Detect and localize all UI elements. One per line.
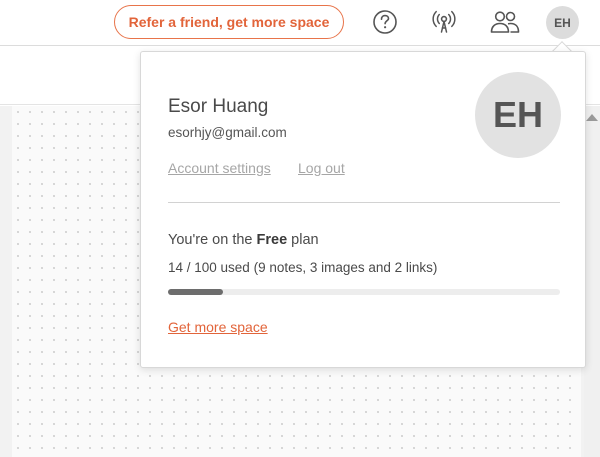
- account-settings-link[interactable]: Account settings: [168, 160, 271, 176]
- help-icon[interactable]: [371, 8, 399, 36]
- get-more-space-link[interactable]: Get more space: [168, 319, 268, 335]
- divider: [168, 202, 560, 203]
- plan-description: You're on the Free plan: [168, 232, 319, 248]
- plan-name: Free: [256, 232, 288, 248]
- user-name: Esor Huang: [168, 96, 269, 117]
- people-icon[interactable]: [489, 8, 521, 36]
- user-avatar-button[interactable]: EH: [546, 6, 579, 39]
- app-root: Refer a friend, get more space EH Esor H…: [0, 0, 600, 457]
- refer-friend-button[interactable]: Refer a friend, get more space: [114, 5, 344, 39]
- account-popover: Esor Huang esorhjy@gmail.com EH Account …: [140, 51, 586, 368]
- plan-suffix: plan: [287, 232, 319, 248]
- avatar-large: EH: [475, 72, 561, 158]
- broadcast-icon[interactable]: [430, 8, 458, 36]
- usage-progress-bar: [168, 289, 560, 295]
- vertical-scrollbar[interactable]: [584, 106, 600, 457]
- scroll-up-arrow-icon[interactable]: [586, 114, 598, 121]
- usage-text: 14 / 100 used (9 notes, 3 images and 2 l…: [168, 260, 438, 275]
- user-email: esorhjy@gmail.com: [168, 125, 287, 140]
- usage-progress-fill: [168, 289, 223, 295]
- top-header: Refer a friend, get more space EH: [0, 0, 600, 46]
- plan-prefix: You're on the: [168, 232, 257, 248]
- logout-link[interactable]: Log out: [298, 160, 345, 176]
